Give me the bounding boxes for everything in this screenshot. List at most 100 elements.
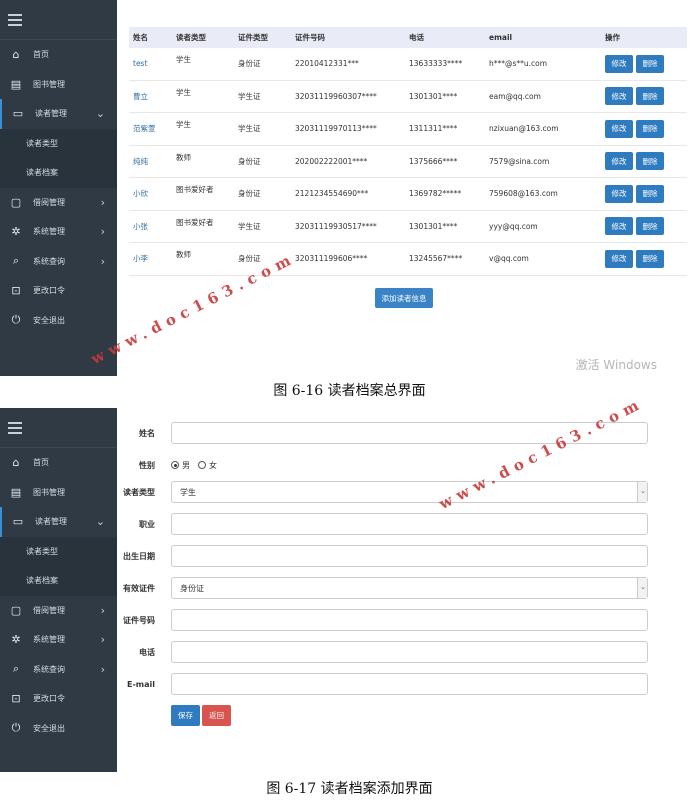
main-content: 姓名 读者类型 证件类型 证件号码 电话 email 操作 test 学生 身份证 2… [117, 0, 699, 376]
sidebar-item-password[interactable]: ⊡ 更改口令 [0, 684, 117, 714]
cell-id-type: 学生证 [238, 221, 261, 231]
sidebar-item-readers[interactable]: ▭ 读者管理 ⌄ [0, 99, 117, 129]
delete-button[interactable]: 删除 [636, 249, 664, 268]
gender-female-radio[interactable] [198, 461, 206, 469]
sidebar-item-borrow[interactable]: ▢ 借阅管理 › [0, 188, 117, 218]
chevron-right-icon: › [100, 254, 105, 268]
cell-phone: 1311311**** [409, 124, 458, 134]
cell-reader-type: 学生 [176, 120, 191, 129]
birth-date-input[interactable] [171, 545, 648, 567]
windows-activation-watermark: 激活 Windows [575, 358, 657, 372]
sidebar-item-readers[interactable]: ▭ 读者管理 ⌄ [0, 507, 117, 537]
name-label: 姓名 [139, 428, 155, 438]
sidebar-item-label: 读者管理 [35, 517, 67, 527]
add-reader-button[interactable]: 添加读者信息 [375, 288, 433, 308]
form-row-reader-type: 读者类型 学生 ⌄ [117, 481, 699, 503]
gender-male-radio[interactable] [171, 461, 179, 469]
cell-reader-type: 图书爱好者 [176, 185, 214, 194]
sidebar-item-books[interactable]: ▤ 图书管理 [0, 478, 117, 508]
cell-id-number: 2121234554690*** [295, 189, 369, 199]
cell-name[interactable]: 小李 [133, 253, 148, 264]
sidebar-item-label: 首页 [33, 458, 49, 468]
sidebar-item-home[interactable]: ⌂ 首页 [0, 40, 117, 70]
job-label: 职业 [139, 519, 155, 529]
cell-id-number: 32031119930517**** [295, 221, 377, 231]
cell-name[interactable]: 小欣 [133, 188, 148, 199]
delete-button[interactable]: 删除 [636, 152, 664, 171]
hamburger-menu-icon[interactable] [8, 421, 22, 434]
table-row: 纯纯 教师 身份证 202002222001**** 1375666**** 7579@s… [129, 146, 687, 178]
reader-type-select[interactable]: 学生 ⌄ [171, 481, 648, 503]
sidebar-item-query[interactable]: ⌕ 系统查询 › [0, 247, 117, 277]
table-row: 小张 图书爱好者 学生证 32031119930517**** 1301301**** y… [129, 211, 687, 243]
save-button[interactable]: 保存 [171, 705, 200, 726]
cell-reader-type: 图书爱好者 [176, 217, 214, 227]
back-button[interactable]: 返回 [202, 705, 231, 726]
edit-button[interactable]: 修改 [605, 217, 633, 236]
sidebar-subitem-reader-type[interactable]: 读者类型 [0, 536, 117, 566]
edit-button[interactable]: 修改 [605, 249, 633, 268]
cell-reader-type: 教师 [176, 250, 191, 259]
cell-name[interactable]: 曹立 [133, 91, 148, 102]
table-row: 曹立 学生 学生证 32031119960307**** 1301301**** eam@… [129, 81, 687, 113]
sidebar-item-label: 更改口令 [33, 694, 65, 704]
chevron-down-icon: ⌄ [640, 583, 646, 591]
header-id-number: 证件号码 [295, 33, 325, 42]
reader-type-label: 读者类型 [123, 487, 155, 497]
cell-email: nzixuan@163.com [489, 124, 559, 134]
sidebar-item-system[interactable]: ✲ 系统管理 › [0, 217, 117, 247]
edit-button[interactable]: 修改 [605, 54, 633, 73]
row-actions: 修改 删除 [605, 152, 667, 171]
chevron-down-icon: ⌄ [95, 515, 105, 529]
id-card-icon: ▭ [12, 107, 24, 121]
sidebar-item-system[interactable]: ✲ 系统管理 › [0, 625, 117, 655]
edit-button[interactable]: 修改 [605, 184, 633, 203]
phone-label: 电话 [139, 647, 155, 657]
cell-phone: 13245567**** [409, 254, 463, 264]
sidebar-item-home[interactable]: ⌂ 首页 [0, 448, 117, 478]
delete-button[interactable]: 删除 [636, 54, 664, 73]
cell-phone: 13633333**** [409, 59, 463, 69]
sidebar-subitem-reader-archive[interactable]: 读者档案 [0, 158, 117, 188]
delete-button[interactable]: 删除 [636, 184, 664, 203]
table-row: 小欣 图书爱好者 身份证 2121234554690*** 1369782***** 75… [129, 178, 687, 211]
sidebar-item-logout[interactable]: ⏻ 安全退出 [0, 306, 117, 336]
sidebar-item-query[interactable]: ⌕ 系统查询 › [0, 655, 117, 685]
gender-label: 性别 [139, 460, 155, 470]
cell-name[interactable]: 小张 [133, 221, 148, 232]
chevron-down-icon: ⌄ [640, 487, 646, 495]
cell-name[interactable]: 纯纯 [133, 156, 148, 167]
email-label: E-mail [126, 679, 155, 689]
job-input[interactable] [171, 513, 648, 535]
sidebar-item-password[interactable]: ⊡ 更改口令 [0, 276, 117, 306]
sidebar-item-label: 安全退出 [33, 315, 65, 325]
reader-table: 姓名 读者类型 证件类型 证件号码 电话 email 操作 test 学生 身份证 2… [129, 27, 687, 276]
sidebar-item-borrow[interactable]: ▢ 借阅管理 › [0, 596, 117, 626]
id-type-select[interactable]: 身份证 ⌄ [171, 577, 648, 599]
edit-button[interactable]: 修改 [605, 119, 633, 138]
cell-reader-type: 学生 [176, 87, 191, 97]
hamburger-menu-icon[interactable] [8, 13, 22, 26]
chevron-right-icon: › [100, 662, 105, 676]
sidebar-subitem-reader-archive[interactable]: 读者档案 [0, 566, 117, 596]
cell-name[interactable]: 范紫萱 [133, 123, 156, 134]
sidebar-item-logout[interactable]: ⏻ 安全退出 [0, 714, 117, 744]
delete-button[interactable]: 删除 [636, 87, 664, 106]
form-row-gender: 性别 男 女 [117, 454, 699, 476]
id-number-input[interactable] [171, 609, 648, 631]
header-reader-type: 读者类型 [176, 33, 206, 42]
cell-id-type: 身份证 [238, 156, 261, 166]
delete-button[interactable]: 删除 [636, 119, 664, 138]
phone-input[interactable] [171, 641, 648, 663]
sidebar-item-books[interactable]: ▤ 图书管理 [0, 70, 117, 100]
email-input[interactable] [171, 673, 648, 695]
delete-button[interactable]: 删除 [636, 217, 664, 236]
sidebar-item-label: 首页 [33, 50, 49, 60]
cell-phone: 1301301**** [409, 91, 458, 101]
cell-name[interactable]: test [133, 59, 147, 68]
sidebar-subitem-reader-type[interactable]: 读者类型 [0, 128, 117, 158]
edit-button[interactable]: 修改 [605, 152, 633, 171]
cell-phone: 1301301**** [409, 221, 458, 231]
form-row-id-type: 有效证件 身份证 ⌄ [117, 577, 699, 599]
edit-button[interactable]: 修改 [605, 87, 633, 106]
